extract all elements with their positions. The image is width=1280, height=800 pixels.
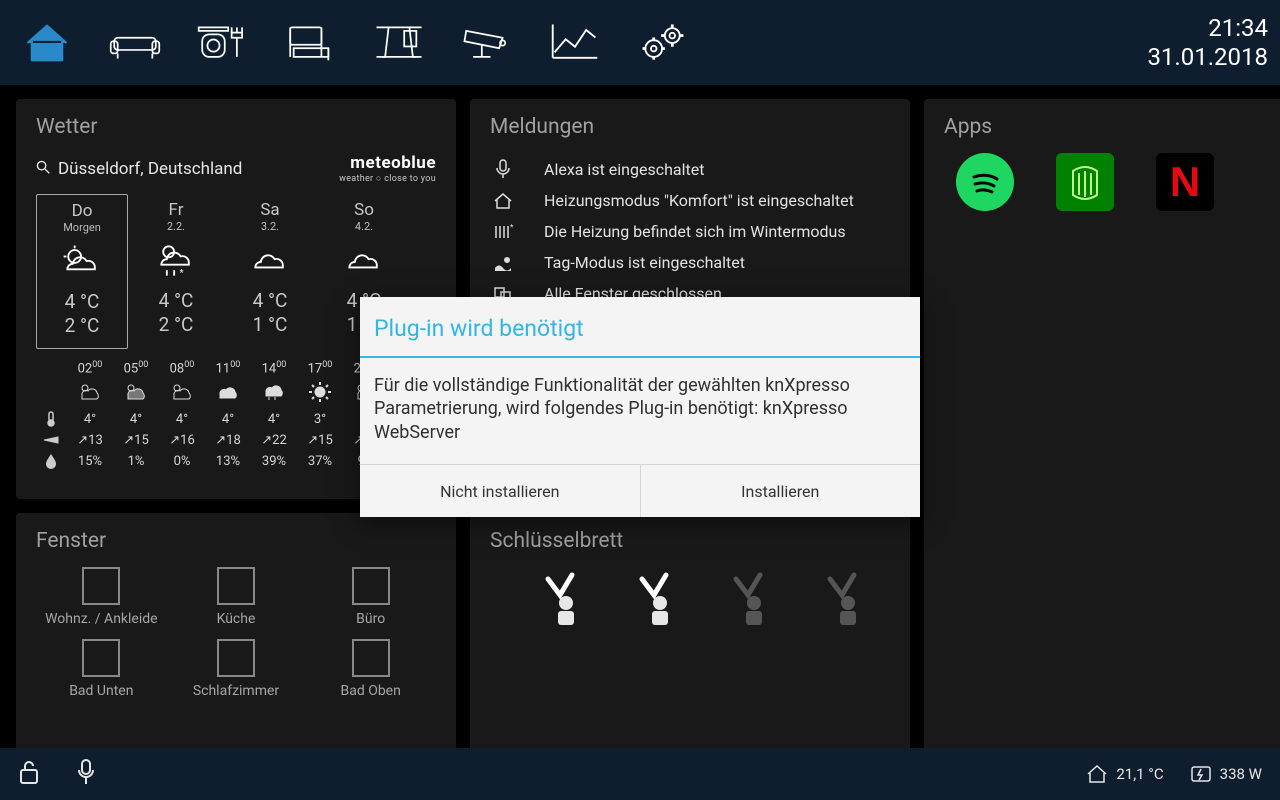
key-slot-inactive[interactable] [718, 571, 768, 627]
weather-location[interactable]: Düsseldorf, Deutschland meteoblue weathe… [36, 153, 436, 184]
microphone-icon [490, 159, 516, 179]
apps-panel: Apps N [924, 99, 1280, 753]
fenster-panel: Fenster Wohnz. / Ankleide Küche Büro Bad… [16, 513, 456, 753]
app-hellofresh[interactable] [1056, 153, 1114, 211]
house-icon [490, 192, 516, 210]
meldungen-list: Alexa ist eingeschaltet Heizungsmodus "K… [490, 153, 890, 309]
schluessel-title: Schlüsselbrett [490, 529, 890, 553]
nav-livingroom-icon[interactable] [100, 13, 170, 73]
nav-kitchen-icon[interactable] [188, 13, 258, 73]
fenster-item[interactable]: Schlafzimmer [171, 639, 302, 699]
fenster-item[interactable]: Bad Unten [36, 639, 167, 699]
key-slot-active[interactable] [624, 571, 674, 627]
fenster-item[interactable]: Wohnz. / Ankleide [36, 567, 167, 627]
wind-icon [36, 435, 66, 445]
status-power: 338 W [1190, 764, 1262, 784]
weather-icon-cloudy [318, 237, 410, 285]
microphone-icon[interactable] [76, 759, 96, 789]
clock: 21:34 31.01.2018 [1147, 14, 1268, 72]
fenster-item[interactable]: Bad Oben [305, 639, 436, 699]
weather-title: Wetter [36, 115, 436, 139]
apps-title: Apps [944, 115, 1269, 139]
key-slot-active[interactable] [530, 571, 580, 627]
schluessel-panel: Schlüsselbrett [470, 513, 910, 753]
nav-home-icon[interactable] [12, 13, 82, 73]
clock-date: 31.01.2018 [1147, 43, 1268, 72]
hourly-weather-icon [206, 381, 250, 407]
rain-icon [36, 454, 66, 468]
nav-settings-icon[interactable] [628, 13, 698, 73]
house-temp-icon [1086, 764, 1108, 784]
weather-icon-partly-cloudy [37, 238, 127, 286]
hourly-weather-icon [160, 380, 204, 408]
svg-text:*: * [180, 269, 184, 279]
clock-time: 21:34 [1147, 14, 1268, 43]
hourly-weather-icon [298, 379, 342, 409]
bottom-bar: 21,1 °C 338 W [0, 748, 1280, 800]
svg-text:*: * [510, 223, 514, 232]
nav-chart-icon[interactable] [540, 13, 610, 73]
app-netflix[interactable]: N [1156, 153, 1214, 211]
fenster-title: Fenster [36, 529, 436, 553]
weather-icon-snow-sun: * [130, 237, 222, 285]
meldung-item[interactable]: Heizungsmodus "Komfort" ist eingeschalte… [490, 185, 890, 216]
meldung-item[interactable]: * Die Heizung befindet sich im Wintermod… [490, 216, 890, 247]
lock-icon[interactable] [18, 759, 40, 789]
dialog-title: Plug-in wird benötigt [360, 297, 920, 358]
hourly-weather-icon [114, 380, 158, 408]
meldung-item[interactable]: Alexa ist eingeschaltet [490, 153, 890, 185]
weather-icon-cloudy [224, 237, 316, 285]
hourly-weather-icon [68, 380, 112, 408]
thermometer-icon [36, 411, 66, 427]
fenster-item[interactable]: Büro [305, 567, 436, 627]
window-icon [82, 567, 120, 605]
nav-bedroom-icon[interactable] [276, 13, 346, 73]
power-icon [1190, 764, 1212, 784]
app-spotify[interactable] [956, 153, 1014, 211]
forecast-day-0[interactable]: Do Morgen 4 °C 2 °C [36, 194, 128, 349]
forecast-day-1[interactable]: Fr 2.2. * 4 °C 2 °C [130, 194, 222, 349]
window-icon [352, 639, 390, 677]
window-icon [82, 639, 120, 677]
nav-hallway-icon[interactable] [364, 13, 434, 73]
decline-button[interactable]: Nicht installieren [360, 465, 640, 517]
plugin-dialog: Plug-in wird benötigt Für die vollständi… [360, 297, 920, 517]
nav-camera-icon[interactable] [452, 13, 522, 73]
day-mode-icon [490, 255, 516, 271]
accept-button[interactable]: Installieren [640, 465, 921, 517]
key-slot-inactive[interactable] [812, 571, 862, 627]
fenster-item[interactable]: Küche [171, 567, 302, 627]
window-icon [352, 567, 390, 605]
status-temperature: 21,1 °C [1086, 764, 1163, 784]
weather-location-text: Düsseldorf, Deutschland [58, 159, 242, 179]
nav-icons [12, 13, 698, 73]
top-navbar: 21:34 31.01.2018 [0, 0, 1280, 85]
hourly-weather-icon [252, 380, 296, 408]
weather-provider: meteoblue weather ○ close to you [339, 153, 436, 184]
meldungen-title: Meldungen [490, 115, 890, 139]
window-icon [217, 639, 255, 677]
meldung-item[interactable]: Tag-Modus ist eingeschaltet [490, 247, 890, 278]
radiator-icon: * [490, 224, 516, 240]
window-icon [217, 567, 255, 605]
dialog-body: Für die vollständige Funktionalität der … [360, 358, 920, 464]
forecast-day-2[interactable]: Sa 3.2. 4 °C 1 °C [224, 194, 316, 349]
search-icon [36, 160, 50, 178]
